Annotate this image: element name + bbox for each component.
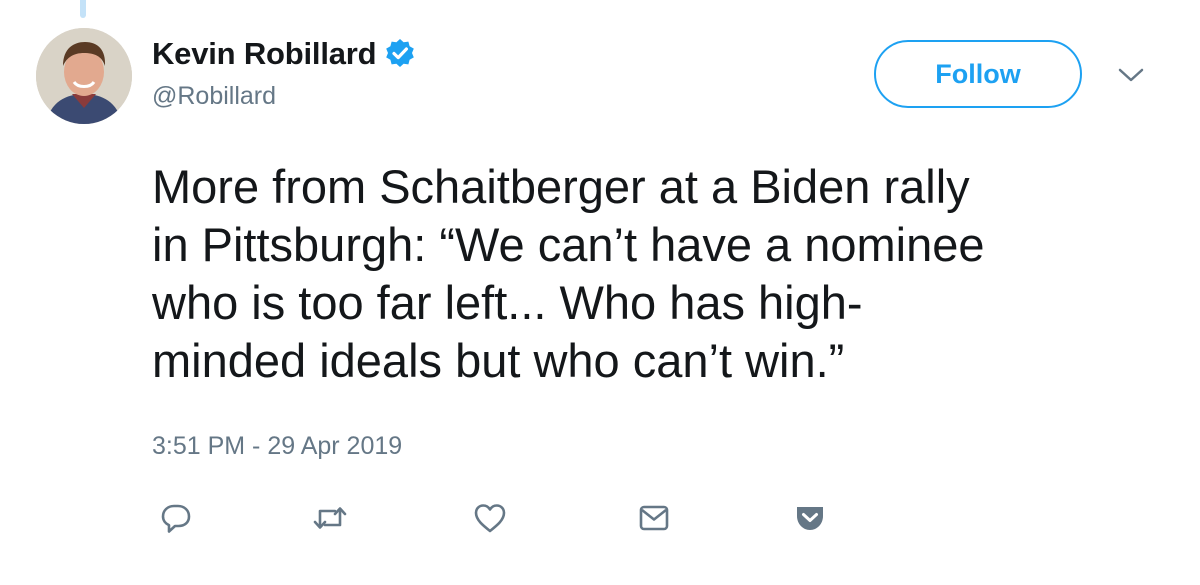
author-name-row: Kevin Robillard — [152, 34, 416, 74]
chevron-down-icon[interactable] — [1116, 64, 1146, 86]
tweet-text-line: minded ideals but who can’t win.” — [152, 334, 845, 387]
thread-connector-line — [80, 0, 86, 18]
tweet-timestamp[interactable]: 3:51 PM - 29 Apr 2019 — [152, 432, 402, 461]
tweet-actions-bar — [152, 498, 1152, 538]
tweet-text-line: in Pittsburgh: “We can’t have a nominee — [152, 218, 985, 271]
avatar[interactable] — [36, 28, 132, 124]
follow-button[interactable]: Follow — [874, 40, 1082, 108]
pocket-icon — [797, 507, 823, 530]
verified-badge-icon — [384, 38, 416, 70]
like-button[interactable] — [470, 498, 510, 538]
tweet-text: More from Schaitberger at a Biden rally … — [152, 158, 1162, 390]
heart-icon — [474, 504, 506, 533]
author-handle[interactable]: @Robillard — [152, 82, 416, 111]
direct-message-button[interactable] — [634, 498, 674, 538]
avatar-photo — [36, 28, 132, 124]
author-block: Kevin Robillard @Robillard — [152, 34, 416, 111]
retweet-button[interactable] — [310, 498, 350, 538]
author-display-name[interactable]: Kevin Robillard — [152, 36, 377, 72]
speech-bubble-icon — [161, 504, 191, 533]
retweet-icon — [313, 507, 347, 529]
envelope-icon — [639, 505, 669, 531]
reply-button[interactable] — [156, 498, 196, 538]
tweet-text-line: More from Schaitberger at a Biden rally — [152, 160, 970, 213]
pocket-button[interactable] — [790, 498, 830, 538]
tweet-text-line: who is too far left... Who has high- — [152, 276, 863, 329]
